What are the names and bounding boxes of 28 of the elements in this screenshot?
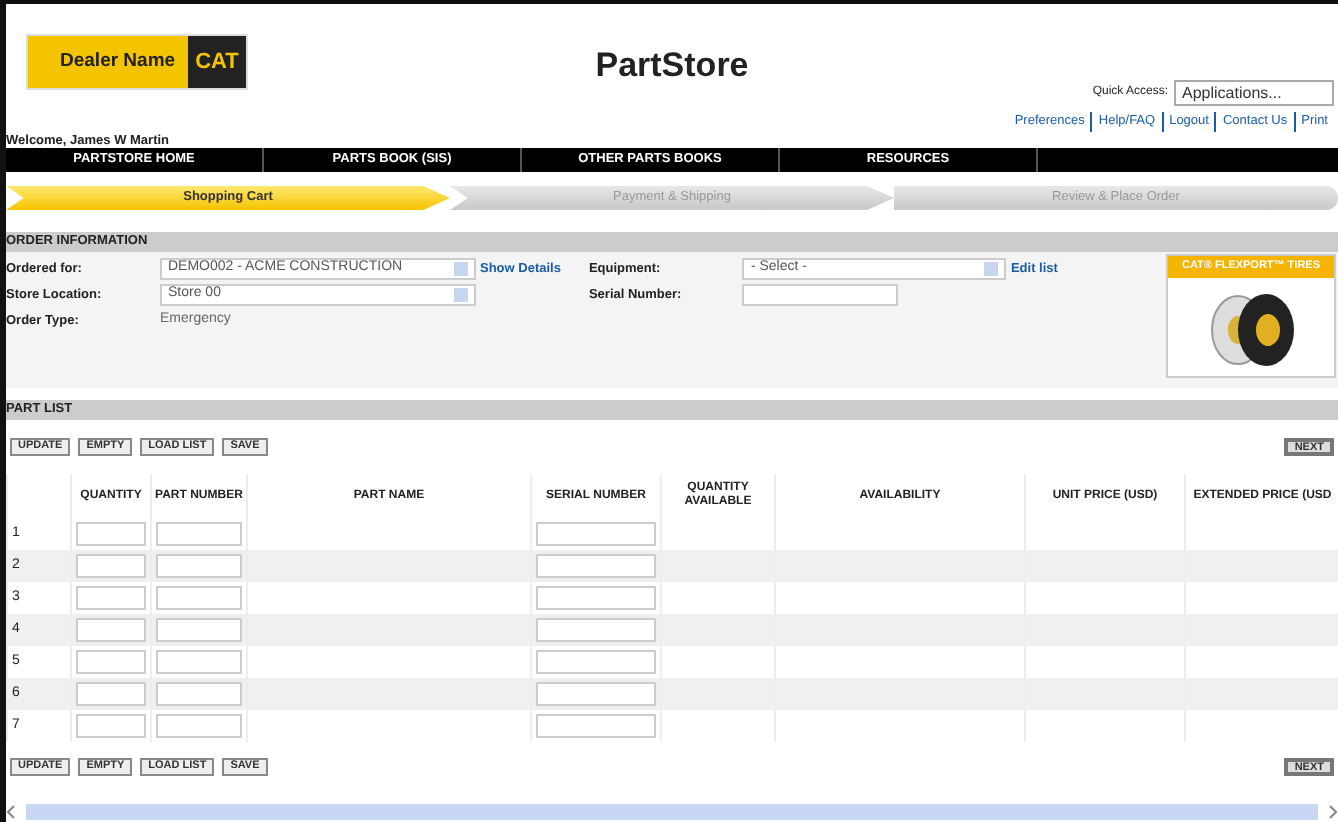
input-field[interactable] bbox=[76, 650, 146, 674]
page-title: PartStore bbox=[595, 46, 749, 84]
input-field[interactable] bbox=[76, 554, 146, 578]
input-field[interactable] bbox=[76, 522, 146, 546]
input-field[interactable] bbox=[536, 522, 656, 546]
input-field[interactable] bbox=[76, 618, 146, 642]
input-field[interactable] bbox=[76, 714, 146, 738]
input-field[interactable] bbox=[156, 618, 242, 642]
input-field[interactable] bbox=[536, 618, 656, 642]
input-field[interactable] bbox=[536, 682, 656, 706]
scroll-right-icon[interactable] bbox=[1326, 804, 1338, 820]
input-field[interactable] bbox=[536, 554, 656, 578]
input-field[interactable] bbox=[156, 714, 242, 738]
input-field[interactable] bbox=[156, 554, 242, 578]
input-field[interactable] bbox=[156, 682, 242, 706]
quick-access-field[interactable]: Applications... bbox=[1174, 80, 1334, 106]
input-field[interactable] bbox=[156, 586, 242, 610]
scroll-left-icon[interactable] bbox=[6, 804, 18, 820]
input-field[interactable] bbox=[76, 682, 146, 706]
input-field[interactable] bbox=[536, 586, 656, 610]
input-field[interactable] bbox=[156, 650, 242, 674]
dealer-logo[interactable]: Dealer Name CAT bbox=[26, 34, 249, 90]
input-field[interactable] bbox=[742, 284, 899, 306]
input-field[interactable] bbox=[536, 650, 656, 674]
input-field[interactable] bbox=[156, 522, 242, 546]
input-field[interactable] bbox=[536, 714, 656, 738]
input-field[interactable] bbox=[76, 586, 146, 610]
horizontal-scrollbar[interactable] bbox=[6, 802, 1338, 822]
